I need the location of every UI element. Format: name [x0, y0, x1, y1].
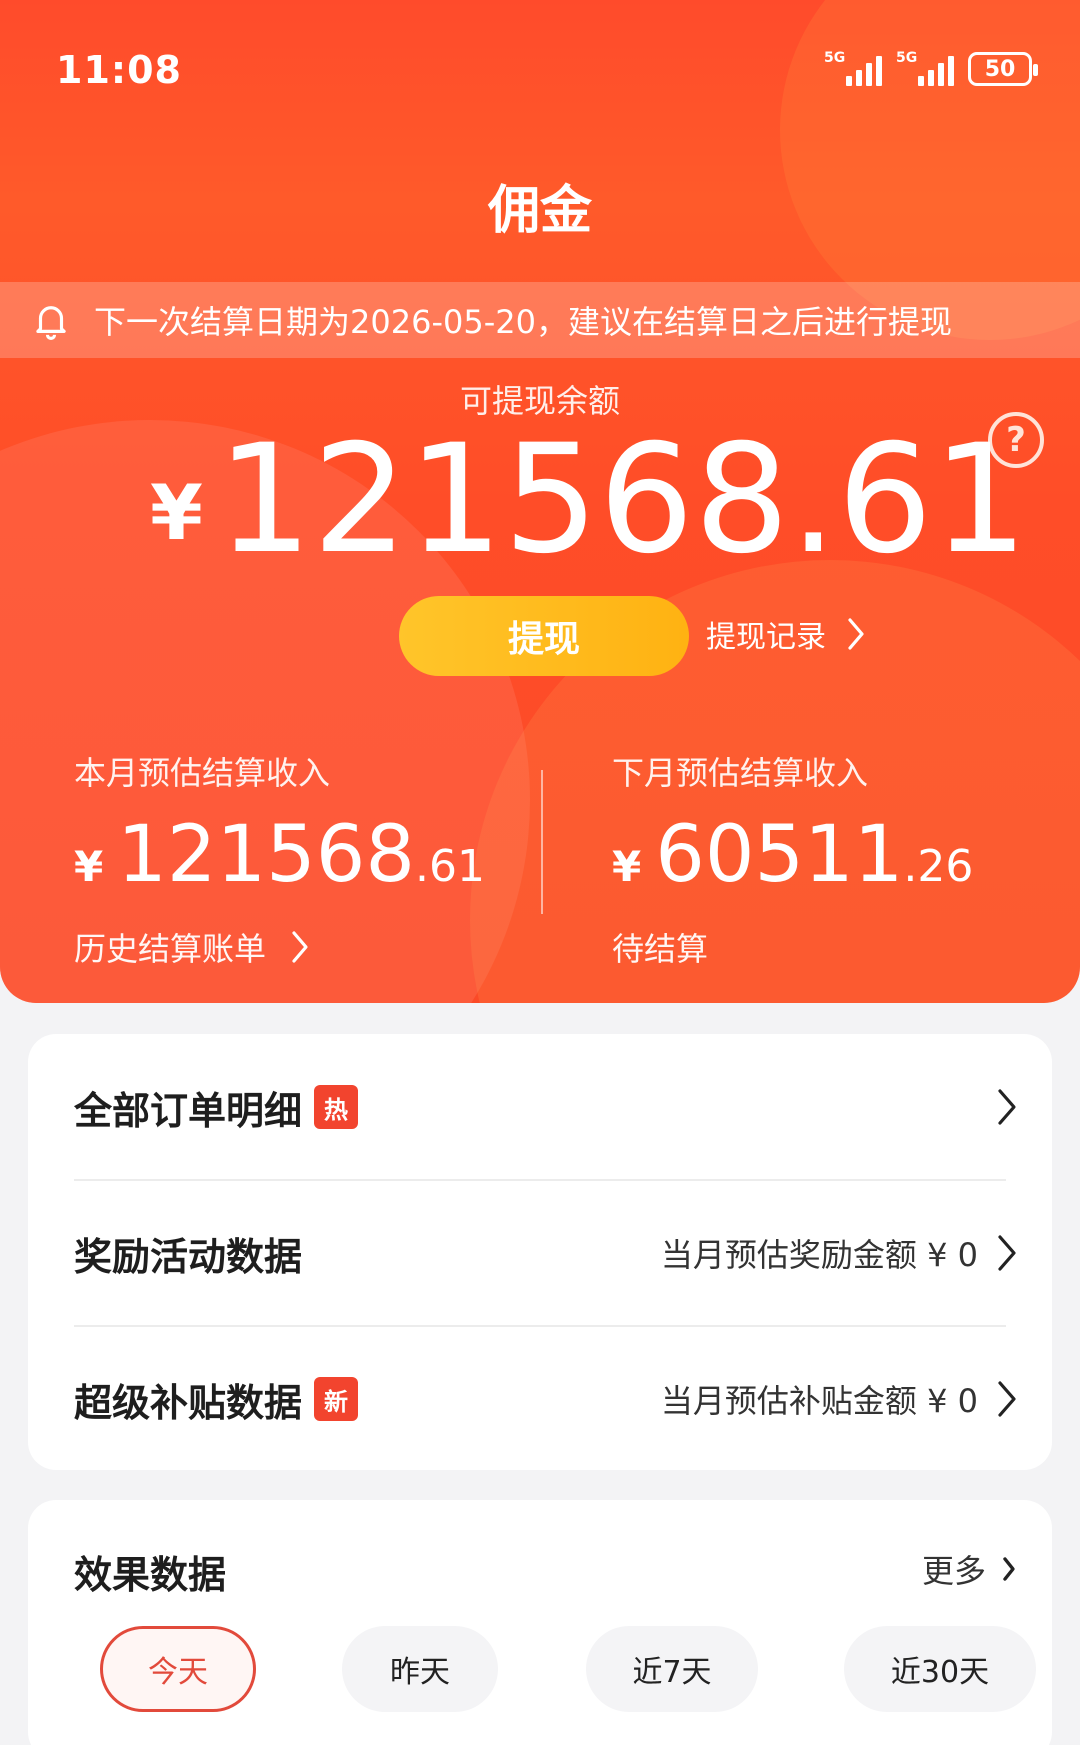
chevron-right-icon [848, 618, 864, 650]
this-month-amount: ¥ 121568 .61 [74, 816, 485, 894]
pending-label: 待结算 [612, 930, 709, 968]
status-icons: 5G 5G 50 [824, 50, 1038, 86]
tab-today[interactable]: 今天 [100, 1626, 256, 1712]
amount-integer: 121568 [117, 810, 415, 900]
data-list-card: 全部订单明细 热 奖励活动数据 当月预估奖励金额 ¥ 0 超级补贴数据 新 当月… [28, 1034, 1052, 1470]
currency-symbol: ¥ [150, 468, 203, 557]
list-item-orders[interactable]: 全部订单明细 热 [74, 1034, 1018, 1180]
status-time: 11:08 [56, 48, 182, 92]
withdraw-button[interactable]: 提现 [399, 596, 689, 676]
withdraw-record-label: 提现记录 [706, 620, 826, 655]
history-bill-label: 历史结算账单 [74, 930, 267, 968]
orders-title: 全部订单明细 [74, 1088, 303, 1133]
more-label: 更多 [921, 1552, 986, 1590]
chevron-right-icon [998, 1381, 1016, 1417]
next-month-amount: ¥ 60511 .26 [612, 816, 973, 894]
tab-30-days[interactable]: 近30天 [844, 1626, 1036, 1712]
new-badge: 新 [314, 1377, 359, 1421]
list-item-rewards[interactable]: 奖励活动数据 当月预估奖励金额 ¥ 0 [74, 1180, 1018, 1326]
settlement-notice: 下一次结算日期为2026-05-20，建议在结算日之后进行提现 [0, 282, 1080, 358]
history-bill-link[interactable]: 历史结算账单 [74, 924, 485, 970]
amount-integer: 60511 [655, 810, 904, 900]
bell-icon [36, 306, 66, 340]
orders-right [996, 1088, 1018, 1126]
tab-yesterday[interactable]: 昨天 [342, 1626, 498, 1712]
available-balance: ¥ 121568.61 [150, 425, 1028, 575]
subsidy-value: 当月预估补贴金额 ¥ 0 [660, 1382, 978, 1420]
withdraw-record-link[interactable]: 提现记录 [706, 612, 866, 656]
page-title: 佣金 [487, 181, 592, 241]
notice-text: 下一次结算日期为2026-05-20，建议在结算日之后进行提现 [94, 303, 952, 341]
effect-title: 效果数据 [74, 1553, 227, 1597]
chevron-right-icon [998, 1089, 1016, 1125]
rewards-value: 当月预估奖励金额 ¥ 0 [660, 1236, 978, 1274]
next-month-estimate: 下月预估结算收入 ¥ 60511 .26 待结算 [612, 748, 973, 970]
subsidy-title: 超级补贴数据 [74, 1380, 303, 1425]
chevron-right-icon [292, 931, 308, 963]
balance-amount: 121568.61 [216, 413, 1029, 587]
currency-symbol: ¥ [74, 842, 104, 891]
pending-status: 待结算 [612, 924, 973, 970]
date-range-tabs: 今天 昨天 近7天 近30天 [72, 1626, 1036, 1712]
list-item-subsidy[interactable]: 超级补贴数据 新 当月预估补贴金额 ¥ 0 [74, 1326, 1018, 1472]
signal-icon: 5G [824, 50, 882, 86]
tab-7-days[interactable]: 近7天 [586, 1626, 758, 1712]
this-month-label: 本月预估结算收入 [74, 754, 331, 792]
commission-header: 11:08 5G 5G 50 佣金 下一次结算日期为2026-05-20，建议在… [0, 0, 1080, 1003]
hot-badge: 热 [314, 1085, 359, 1129]
amount-decimal: .26 [903, 841, 974, 892]
battery-icon: 50 [968, 52, 1038, 86]
rewards-right: 当月预估奖励金额 ¥ 0 [661, 1230, 1018, 1276]
next-month-label: 下月预估结算收入 [612, 754, 869, 792]
this-month-estimate: 本月预估结算收入 ¥ 121568 .61 历史结算账单 [74, 748, 485, 970]
signal-icon: 5G [896, 50, 954, 86]
currency-symbol: ¥ [612, 842, 642, 891]
rewards-title: 奖励活动数据 [74, 1234, 303, 1279]
stats-divider [541, 770, 543, 914]
more-link[interactable]: 更多 [922, 1546, 1016, 1592]
effect-data-card: 效果数据 更多 今天 昨天 近7天 近30天 [28, 1500, 1052, 1745]
chevron-right-icon [1003, 1557, 1015, 1581]
amount-decimal: .61 [415, 841, 485, 892]
subsidy-right: 当月预估补贴金额 ¥ 0 [661, 1376, 1018, 1422]
chevron-right-icon [998, 1235, 1016, 1271]
